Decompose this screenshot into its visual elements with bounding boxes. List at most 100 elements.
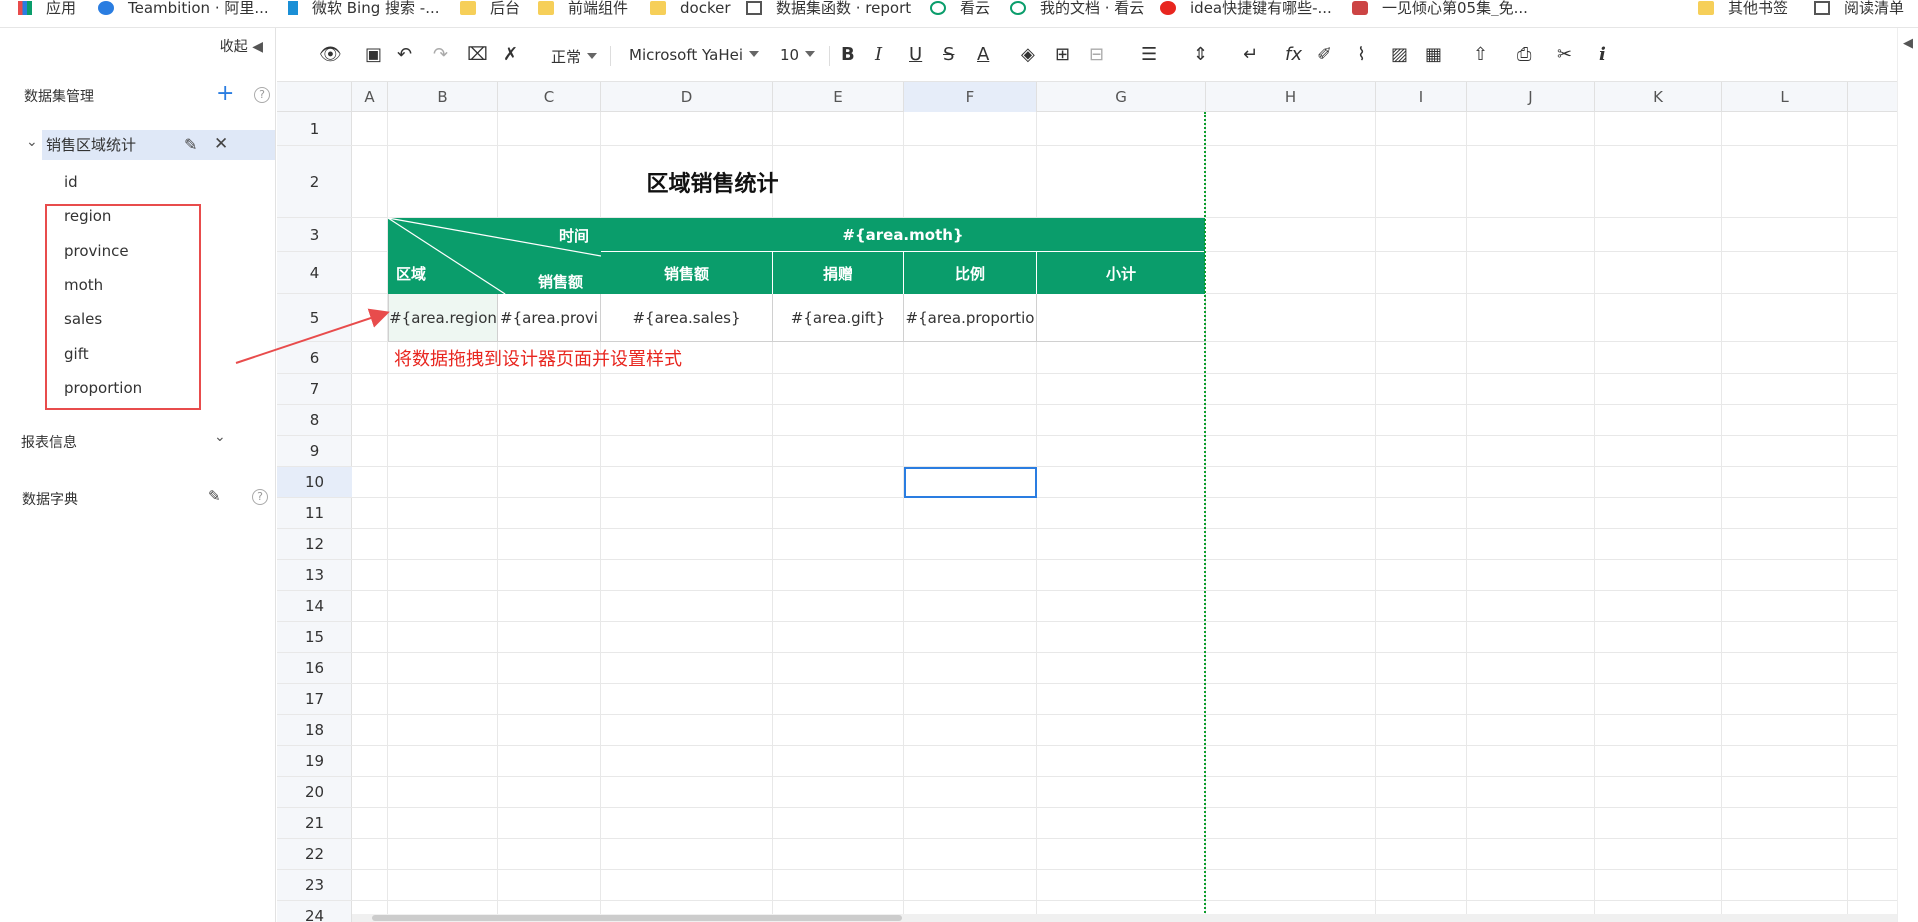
row-header-21[interactable]: 21 <box>277 808 352 839</box>
row-header-5[interactable]: 5 <box>277 294 352 342</box>
header-subtotal-cell[interactable]: 小计 <box>1037 252 1206 294</box>
header-sales-cell[interactable]: 销售额 <box>601 252 773 294</box>
italic-icon[interactable]: I <box>875 44 882 66</box>
row-header-17[interactable]: 17 <box>277 684 352 715</box>
bookmark-bing[interactable]: 微软 Bing 搜索 -... <box>288 0 440 16</box>
dataset-item[interactable]: 销售区域统计 ✎ ✕ <box>42 130 275 160</box>
help-icon[interactable]: ? <box>254 87 270 103</box>
bookmark-frontend-components[interactable]: 前端组件 <box>538 0 628 16</box>
bookmark-idea-shortcuts[interactable]: idea快捷键有哪些-... <box>1160 0 1332 16</box>
chart-icon[interactable]: ⌇ <box>1357 44 1366 66</box>
bold-icon[interactable]: B <box>841 44 855 66</box>
column-header-a[interactable]: A <box>352 82 388 112</box>
align-left-icon[interactable]: ☰ <box>1141 44 1157 66</box>
preview-icon[interactable]: 👁 <box>319 44 342 66</box>
row-header-6[interactable]: 6 <box>277 342 352 374</box>
column-header-j[interactable]: J <box>1467 82 1595 112</box>
font-size-select[interactable]: 10 <box>780 46 815 64</box>
row-header-7[interactable]: 7 <box>277 374 352 405</box>
header-moth-cell[interactable]: #{area.moth} <box>601 218 1206 252</box>
column-header-b[interactable]: B <box>388 82 498 112</box>
row-header-14[interactable]: 14 <box>277 591 352 622</box>
collapse-button[interactable]: 收起 ◀ <box>220 36 263 56</box>
cell-proportion[interactable]: #{area.proportio <box>904 294 1037 342</box>
row-header-19[interactable]: 19 <box>277 746 352 777</box>
undo-icon[interactable]: ↶ <box>397 44 412 66</box>
save-icon[interactable]: ▣ <box>365 44 382 66</box>
bookmark-other[interactable]: 其他书签 <box>1698 0 1788 16</box>
horizontal-scrollbar[interactable] <box>352 914 1897 922</box>
report-info-title[interactable]: 报表信息 <box>21 432 77 452</box>
row-header-1[interactable]: 1 <box>277 112 352 146</box>
wrap-text-icon[interactable]: ↵ <box>1243 44 1258 66</box>
image-icon[interactable]: ▨ <box>1391 44 1408 66</box>
cell-province[interactable]: #{area.provi <box>498 294 601 342</box>
vertical-align-icon[interactable]: ⇕ <box>1193 44 1208 66</box>
header-gift-cell[interactable]: 捐赠 <box>773 252 904 294</box>
column-header-e[interactable]: E <box>773 82 904 112</box>
row-header-16[interactable]: 16 <box>277 653 352 684</box>
cell-region[interactable]: #{area.region <box>388 294 498 342</box>
fill-color-icon[interactable]: ◈ <box>1021 44 1035 66</box>
row-header-13[interactable]: 13 <box>277 560 352 591</box>
cell-gift[interactable]: #{area.gift} <box>773 294 904 342</box>
edit-dataset-icon[interactable]: ✎ <box>184 135 197 154</box>
formula-edit-icon[interactable]: ✐ <box>1317 44 1332 66</box>
help-icon[interactable]: ? <box>252 489 268 505</box>
border-icon[interactable]: ⊞ <box>1055 44 1070 66</box>
font-color-icon[interactable]: A <box>977 44 989 66</box>
chevron-down-icon[interactable]: ⌄ <box>214 429 226 445</box>
column-header-k[interactable]: K <box>1595 82 1722 112</box>
data-dictionary-title[interactable]: 数据字典 <box>22 489 78 509</box>
row-header-3[interactable]: 3 <box>277 218 352 252</box>
row-header-4[interactable]: 4 <box>277 252 352 294</box>
row-header-22[interactable]: 22 <box>277 839 352 870</box>
caret-left-icon[interactable]: ◀ <box>1903 36 1913 51</box>
row-header-2[interactable]: 2 <box>277 146 352 218</box>
row-header-10[interactable]: 10 <box>277 467 352 498</box>
upload-icon[interactable]: ⇧ <box>1473 44 1488 66</box>
scrollbar-thumb[interactable] <box>372 915 902 921</box>
cell-subtotal[interactable] <box>1037 294 1206 342</box>
column-header-l[interactable]: L <box>1722 82 1848 112</box>
column-header-c[interactable]: C <box>498 82 601 112</box>
spreadsheet[interactable]: ABCDEFGHIJKLM 12345678910111213141516171… <box>277 82 1897 922</box>
bookmark-my-docs[interactable]: 我的文档 · 看云 <box>1010 0 1144 16</box>
bookmark-docker[interactable]: docker <box>650 0 731 16</box>
header-ratio-cell[interactable]: 比例 <box>904 252 1037 294</box>
column-header-g[interactable]: G <box>1037 82 1206 112</box>
qrcode-icon[interactable]: ▦ <box>1425 44 1442 66</box>
add-dataset-icon[interactable]: + <box>216 83 234 105</box>
print-icon[interactable]: ⎙ <box>1517 44 1531 66</box>
row-header-11[interactable]: 11 <box>277 498 352 529</box>
row-header-18[interactable]: 18 <box>277 715 352 746</box>
column-header-f[interactable]: F <box>904 82 1037 112</box>
bookmark-backend[interactable]: 后台 <box>460 0 520 16</box>
bookmark-video[interactable]: 一见倾心第05集_免... <box>1352 0 1528 16</box>
merge-cells-icon[interactable]: ⊟ <box>1089 44 1104 66</box>
info-icon[interactable]: i <box>1599 44 1606 66</box>
row-header-15[interactable]: 15 <box>277 622 352 653</box>
bookmark-apps[interactable]: 应用 <box>18 0 76 16</box>
bookmark-reading-list[interactable]: 阅读清单 <box>1814 0 1904 16</box>
underline-icon[interactable]: U <box>909 44 922 66</box>
function-icon[interactable]: fx <box>1285 44 1302 66</box>
column-header-d[interactable]: D <box>601 82 773 112</box>
row-header-23[interactable]: 23 <box>277 870 352 901</box>
row-header-12[interactable]: 12 <box>277 529 352 560</box>
format-painter-icon[interactable]: ⌧ <box>467 44 488 66</box>
bookmark-dataset-functions[interactable]: 数据集函数 · report <box>746 0 911 16</box>
column-header-m[interactable]: M <box>1848 82 1897 112</box>
row-header-20[interactable]: 20 <box>277 777 352 808</box>
strikethrough-icon[interactable]: S <box>943 44 954 66</box>
column-header-h[interactable]: H <box>1206 82 1376 112</box>
column-header-i[interactable]: I <box>1376 82 1467 112</box>
font-select[interactable]: Microsoft YaHei <box>629 46 759 64</box>
chevron-down-icon[interactable]: ⌄ <box>26 134 38 150</box>
redo-icon[interactable]: ↷ <box>433 44 448 66</box>
edit-dictionary-icon[interactable]: ✎ <box>208 487 221 505</box>
row-header-24[interactable]: 24 <box>277 901 352 922</box>
field-id[interactable]: id <box>64 173 78 191</box>
report-title[interactable]: 区域销售统计 <box>388 146 1037 218</box>
bookmark-teambition[interactable]: Teambition · 阿里... <box>98 0 269 16</box>
